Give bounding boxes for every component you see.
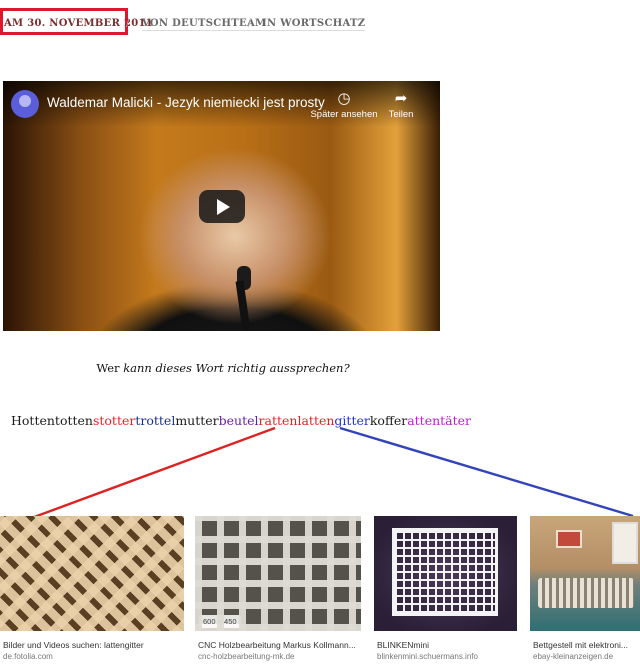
grid-panel-graphic (392, 528, 498, 616)
window-graphic (612, 522, 638, 564)
result-thumbnail[interactable] (530, 516, 640, 631)
result-title[interactable]: CNC Holzbearbeitung Markus Kollmann... (198, 640, 362, 650)
result-source: cnc-holzbearbeitung-mk.de (198, 652, 295, 661)
blue-connector-line (339, 426, 634, 518)
result-thumbnail[interactable] (374, 516, 517, 631)
result-title[interactable]: Bilder und Videos suchen: lattengitter (3, 640, 183, 650)
result-source: blinkenmini.schuermans.info (377, 652, 478, 661)
image-result[interactable]: Bilder und Videos suchen: lattengitter d… (0, 516, 184, 671)
wall-picture-graphic (556, 530, 582, 548)
result-source: ebay-kleinanzeigen.de (533, 652, 614, 661)
result-title[interactable]: BLINKENmini (377, 640, 519, 650)
red-connector-line (17, 426, 276, 525)
image-size-badge: 600 × 450 (199, 615, 241, 628)
result-thumbnail[interactable] (0, 516, 184, 631)
image-result[interactable]: Bettgestell mit elektroni... ebay-kleina… (530, 516, 640, 671)
image-result[interactable]: BLINKENmini blinkenmini.schuermans.info (374, 516, 519, 671)
bed-frame-graphic (538, 578, 634, 608)
result-title[interactable]: Bettgestell mit elektroni... (533, 640, 640, 650)
result-source: de.fotolia.com (3, 652, 53, 661)
result-thumbnail[interactable]: 600 × 450 (195, 516, 361, 631)
image-result[interactable]: 600 × 450 CNC Holzbearbeitung Markus Kol… (195, 516, 363, 671)
